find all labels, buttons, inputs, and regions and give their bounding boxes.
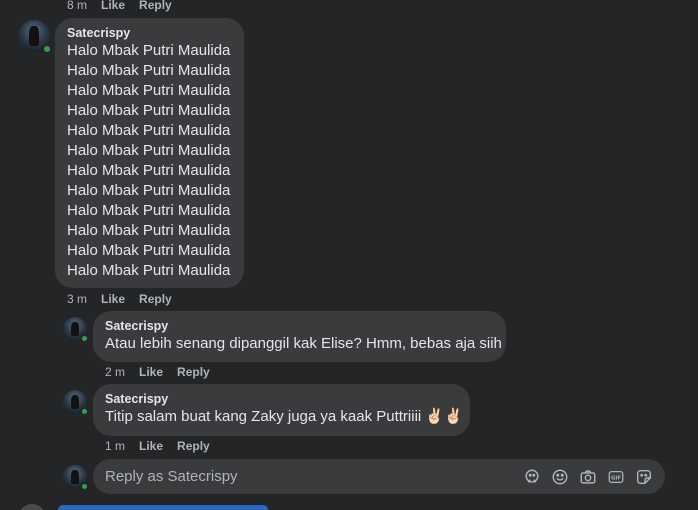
reply-input[interactable]: [105, 468, 523, 485]
reply-bubble: Satecrispy Atau lebih senang dipanggil k…: [93, 311, 506, 362]
reply-bubble: Satecrispy Titip salam buat kang Zaky ju…: [93, 384, 470, 436]
avatar[interactable]: [63, 317, 89, 343]
next-item-peek: [58, 505, 268, 510]
comment-line: Halo Mbak Putri Maulida: [67, 202, 231, 219]
avatar[interactable]: [63, 390, 89, 416]
reply-button[interactable]: Reply: [177, 365, 210, 379]
online-status-icon: [80, 334, 89, 343]
reply-text: Titip salam buat kang Zaky juga ya kaak …: [105, 408, 463, 425]
like-button[interactable]: Like: [101, 292, 125, 306]
composer-tools: GIF: [523, 468, 653, 486]
emoji-icon[interactable]: [551, 468, 569, 486]
avatar-figure: [71, 394, 79, 410]
comment-line: Halo Mbak Putri Maulida: [67, 122, 231, 139]
like-button[interactable]: Like: [139, 439, 163, 453]
avatar-figure: [29, 26, 39, 46]
comment-line: Halo Mbak Putri Maulida: [67, 222, 231, 239]
timestamp: 1 m: [105, 439, 126, 453]
online-status-icon: [80, 407, 89, 416]
camera-icon[interactable]: [579, 468, 597, 486]
like-button[interactable]: Like: [101, 0, 125, 12]
comment-line: Halo Mbak Putri Maulida: [67, 102, 231, 119]
reply-button[interactable]: Reply: [139, 0, 172, 12]
online-status-icon: [80, 482, 89, 491]
sticker-icon[interactable]: [635, 468, 653, 486]
comment-text: Halo Mbak Putri Maulida Halo Mbak Putri M…: [67, 41, 232, 281]
comment-line: Halo Mbak Putri Maulida: [67, 242, 231, 259]
comment-line: Halo Mbak Putri Maulida: [67, 82, 231, 99]
timestamp: 8 m: [67, 0, 88, 12]
avatar-figure: [71, 321, 79, 337]
reply-author[interactable]: Satecrispy: [105, 319, 494, 333]
timestamp: 2 m: [105, 365, 126, 379]
avatar-sticker-icon[interactable]: [523, 468, 541, 486]
avatar[interactable]: [18, 20, 52, 54]
reply-button[interactable]: Reply: [139, 292, 172, 306]
comment-line: Halo Mbak Putri Maulida: [67, 162, 231, 179]
gif-icon[interactable]: GIF: [607, 468, 625, 486]
comment-line: Halo Mbak Putri Maulida: [67, 182, 231, 199]
reply-composer[interactable]: GIF: [93, 459, 665, 494]
comment-line: Halo Mbak Putri Maulida: [67, 42, 231, 59]
avatar-figure: [71, 469, 79, 485]
comment-meta: 3 m Like Reply: [67, 292, 172, 306]
timestamp: 3 m: [67, 292, 88, 306]
reply-text: Atau lebih senang dipanggil kak Elise? H…: [105, 335, 502, 352]
comment-bubble: Satecrispy Halo Mbak Putri Maulida Halo M…: [55, 18, 244, 288]
composer-avatar[interactable]: [63, 465, 89, 491]
reply-button[interactable]: Reply: [177, 439, 210, 453]
next-avatar[interactable]: [18, 504, 46, 510]
comment-line: Halo Mbak Putri Maulida: [67, 62, 231, 79]
reply-meta: 1 m Like Reply: [105, 439, 210, 453]
comment-author[interactable]: Satecrispy: [67, 26, 232, 40]
like-button[interactable]: Like: [139, 365, 163, 379]
online-status-icon: [42, 44, 52, 54]
svg-text:GIF: GIF: [611, 475, 621, 481]
reply-author[interactable]: Satecrispy: [105, 392, 458, 406]
reply-meta: 2 m Like Reply: [105, 365, 210, 379]
prev-comment-meta: 8 m Like Reply: [67, 0, 172, 12]
comment-line: Halo Mbak Putri Maulida: [67, 262, 231, 279]
comment-line: Halo Mbak Putri Maulida: [67, 142, 231, 159]
